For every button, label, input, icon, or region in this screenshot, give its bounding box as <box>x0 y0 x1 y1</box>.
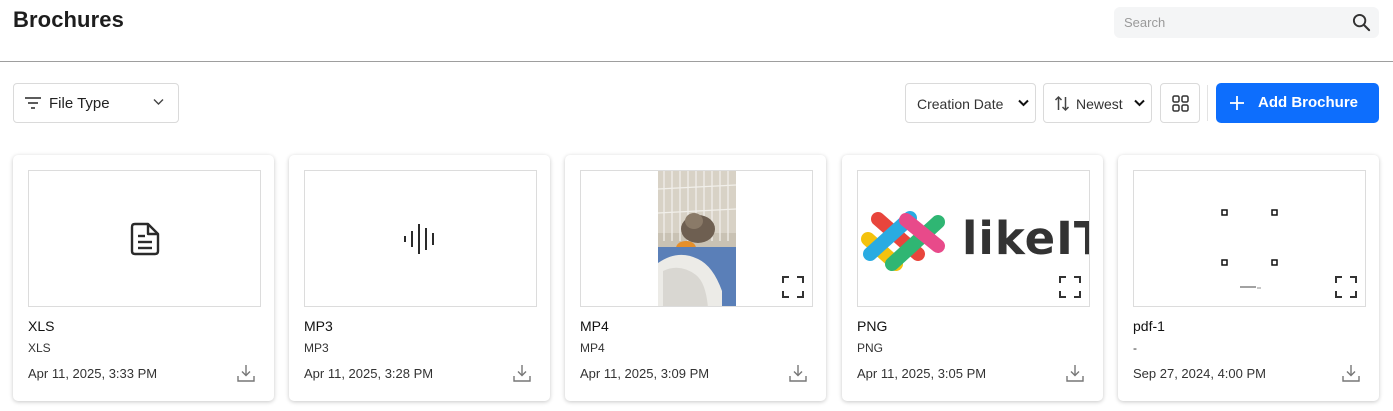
card-type: XLS <box>28 341 51 355</box>
search-input[interactable]: Search <box>1114 7 1379 38</box>
chevron-down-icon <box>153 99 164 105</box>
brochure-card[interactable]: XLS XLS Apr 11, 2025, 3:33 PM <box>13 155 274 401</box>
brochure-card[interactable]: MP4 MP4 Apr 11, 2025, 3:09 PM <box>565 155 826 401</box>
download-icon[interactable] <box>1066 364 1084 382</box>
filter-icon <box>25 97 41 109</box>
card-type: - <box>1133 341 1137 355</box>
likeit-logo-text: likeIT <box>962 212 1089 265</box>
card-thumbnail[interactable] <box>580 170 813 307</box>
download-icon[interactable] <box>513 364 531 382</box>
search-placeholder: Search <box>1124 15 1166 30</box>
card-title: PNG <box>857 318 888 334</box>
sort-field-value: Creation Date <box>917 96 1004 112</box>
download-icon[interactable] <box>789 364 807 382</box>
page-header: Brochures Search <box>0 0 1393 62</box>
grid-icon <box>1172 95 1189 112</box>
card-type: MP4 <box>580 341 605 355</box>
sort-arrows-icon <box>1054 95 1070 112</box>
sort-field-select[interactable]: Creation Date <box>905 83 1036 123</box>
expand-icon[interactable] <box>1335 276 1357 298</box>
video-frame-thumbnail <box>658 171 736 306</box>
audio-waveform-icon <box>403 223 434 254</box>
card-title: MP4 <box>580 318 609 334</box>
brochure-card[interactable]: likeIT PNG PNG Apr 11, 2025, 3:05 PM <box>842 155 1103 401</box>
file-type-filter[interactable]: File Type <box>13 83 179 123</box>
download-icon[interactable] <box>1342 364 1360 382</box>
brochure-card[interactable]: pdf-1 - Sep 27, 2024, 4:00 PM <box>1118 155 1379 401</box>
pdf-page-preview <box>1221 209 1278 289</box>
card-thumbnail[interactable] <box>304 170 537 307</box>
chevron-down-icon <box>1018 99 1029 107</box>
card-thumbnail[interactable]: likeIT <box>857 170 1090 307</box>
page-title: Brochures <box>13 7 124 32</box>
card-thumbnail[interactable] <box>1133 170 1366 307</box>
brochure-card[interactable]: MP3 MP3 Apr 11, 2025, 3:28 PM <box>289 155 550 401</box>
sort-order-value: Newest <box>1076 96 1123 112</box>
expand-icon[interactable] <box>1059 276 1081 298</box>
card-date: Sep 27, 2024, 4:00 PM <box>1133 366 1266 381</box>
card-type: PNG <box>857 341 884 355</box>
toolbar: File Type Creation Date Newest Add Broch… <box>0 83 1393 123</box>
document-icon <box>130 222 159 255</box>
card-title: MP3 <box>304 318 333 334</box>
card-date: Apr 11, 2025, 3:33 PM <box>28 366 158 381</box>
grid-view-button[interactable] <box>1160 83 1200 123</box>
card-date: Apr 11, 2025, 3:09 PM <box>580 366 710 381</box>
add-brochure-button[interactable]: Add Brochure <box>1216 83 1379 123</box>
expand-icon[interactable] <box>782 276 804 298</box>
sort-order-select[interactable]: Newest <box>1043 83 1152 123</box>
plus-icon <box>1230 96 1244 110</box>
search-icon[interactable] <box>1352 13 1371 32</box>
card-title: XLS <box>28 318 55 334</box>
toolbar-divider <box>1207 85 1208 121</box>
card-title: pdf-1 <box>1133 318 1165 334</box>
file-type-label: File Type <box>49 95 110 112</box>
card-date: Apr 11, 2025, 3:05 PM <box>857 366 987 381</box>
card-type: MP3 <box>304 341 329 355</box>
card-thumbnail[interactable] <box>28 170 261 307</box>
card-date: Apr 11, 2025, 3:28 PM <box>304 366 434 381</box>
download-icon[interactable] <box>237 364 255 382</box>
add-brochure-label: Add Brochure <box>1258 94 1359 111</box>
chevron-down-icon <box>1134 99 1145 107</box>
brochure-grid: XLS XLS Apr 11, 2025, 3:33 PM MP3 MP3 Ap… <box>13 155 1383 401</box>
likeit-logo-mark <box>861 211 945 271</box>
